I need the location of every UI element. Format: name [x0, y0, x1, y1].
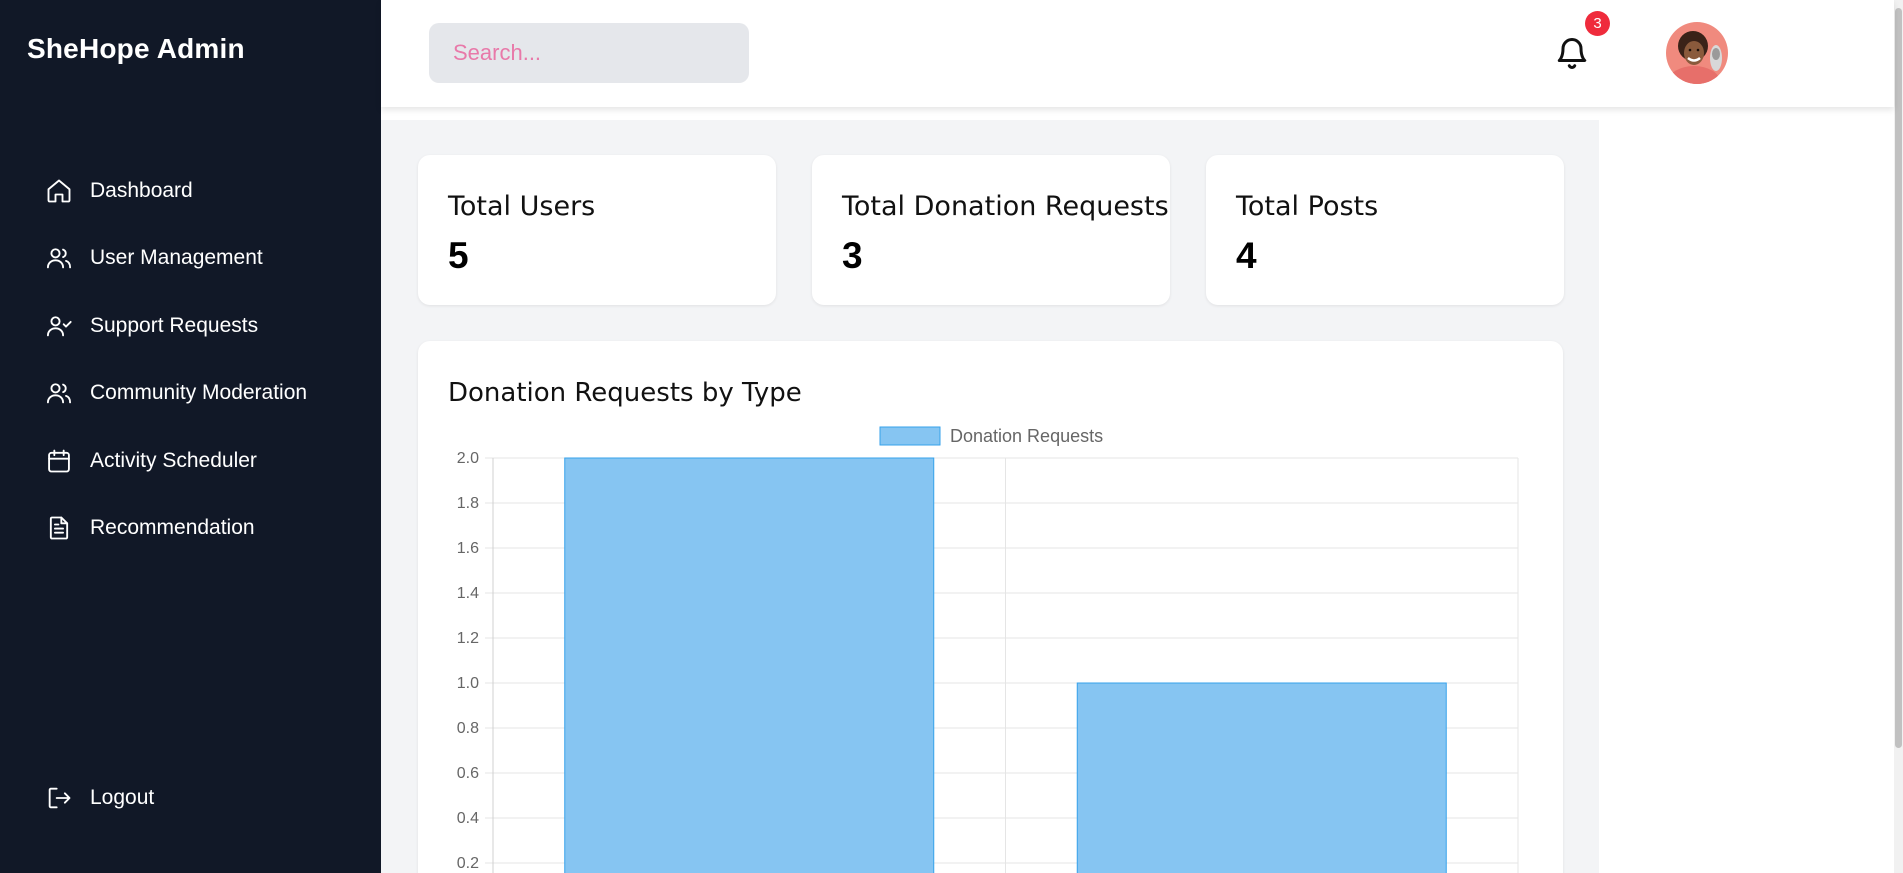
- sidebar-nav: Dashboard User Management Support Reques…: [0, 157, 381, 562]
- chart-y-tick-label: 0.4: [457, 810, 479, 827]
- document-icon: [49, 516, 69, 540]
- logout-label: Logout: [90, 785, 155, 809]
- stat-value: 4: [1236, 235, 1257, 276]
- chart-y-tick-label: 1.4: [457, 585, 479, 602]
- chart-y-tick-label: 1.0: [457, 675, 479, 692]
- chart-y-tick-label: 2.0: [457, 450, 479, 467]
- logout-button[interactable]: Logout: [0, 764, 381, 832]
- brand-title: SheHope Admin: [27, 33, 245, 64]
- donation-chart: 2.0 1.8 1.6 1.4 1.2 1.0 0.8 0.6 0.4 0.2 Donation R…: [457, 426, 1519, 873]
- user-check-icon: [46, 316, 72, 337]
- sidebar: SheHope Admin Dashboard User Management …: [0, 0, 381, 873]
- stat-title: Total Posts: [1236, 191, 1379, 222]
- page-scrollbar[interactable]: [1894, 0, 1903, 873]
- chart-y-tick-label: 1.6: [457, 540, 479, 557]
- sidebar-item-label: Support Requests: [90, 313, 259, 337]
- chart-y-tick-label: 1.2: [457, 630, 479, 647]
- stat-value: 5: [448, 235, 469, 276]
- logout-icon: [48, 787, 71, 809]
- chart-y-tick-label: 1.8: [457, 495, 479, 512]
- chart-legend-label: Donation Requests: [950, 426, 1103, 446]
- home-icon: [47, 179, 71, 203]
- stat-value: 3: [842, 235, 863, 276]
- sidebar-item-label: Community Moderation: [90, 381, 308, 405]
- avatar[interactable]: [1666, 22, 1728, 84]
- sidebar-item-dashboard[interactable]: Dashboard: [0, 157, 381, 225]
- chart-bar: [564, 457, 935, 873]
- chart-card: Donation Requests by Type 2.0 1.8 1.6 1.4 1.…: [418, 341, 1563, 873]
- sidebar-item-recommendation[interactable]: Recommendation: [0, 495, 381, 563]
- sidebar-item-label: Recommendation: [90, 516, 255, 540]
- stat-card-total-donation-requests: Total Donation Requests 3: [812, 155, 1170, 305]
- chart-bar: [1076, 682, 1447, 873]
- avatar-image: [1666, 22, 1728, 84]
- logout-section: Logout: [0, 764, 381, 832]
- app-root: SheHope Admin Dashboard User Management …: [0, 0, 1903, 873]
- stat-title: Total Donation Requests: [842, 191, 1169, 222]
- chart-y-tick-label: 0.6: [457, 765, 479, 782]
- sidebar-item-label: User Management: [90, 246, 263, 270]
- notifications-button[interactable]: [1554, 33, 1590, 73]
- top-header: 3: [381, 0, 1894, 107]
- users-icon: [46, 383, 72, 404]
- bell-icon: [1557, 38, 1587, 69]
- sidebar-item-user-management[interactable]: User Management: [0, 225, 381, 293]
- sidebar-item-activity-scheduler[interactable]: Activity Scheduler: [0, 427, 381, 495]
- search-input[interactable]: [429, 23, 749, 83]
- sidebar-item-community-moderation[interactable]: Community Moderation: [0, 360, 381, 428]
- chart-legend-swatch: [879, 426, 941, 446]
- chart-y-tick-label: 0.8: [457, 720, 479, 737]
- stat-card-total-posts: Total Posts 4: [1206, 155, 1564, 305]
- sidebar-item-label: Dashboard: [90, 178, 193, 202]
- users-icon: [46, 248, 72, 269]
- main-content: Total Users 5 Total Donation Requests 3 …: [381, 120, 1599, 873]
- stat-card-total-users: Total Users 5: [418, 155, 776, 305]
- chart-y-tick-label: 0.2: [457, 855, 479, 872]
- scrollbar-thumb[interactable]: [1895, 8, 1902, 748]
- calendar-icon: [48, 449, 70, 473]
- sidebar-item-label: Activity Scheduler: [90, 448, 257, 472]
- sidebar-item-support-requests[interactable]: Support Requests: [0, 292, 381, 360]
- stat-title: Total Users: [448, 191, 596, 222]
- notification-badge: 3: [1585, 11, 1610, 36]
